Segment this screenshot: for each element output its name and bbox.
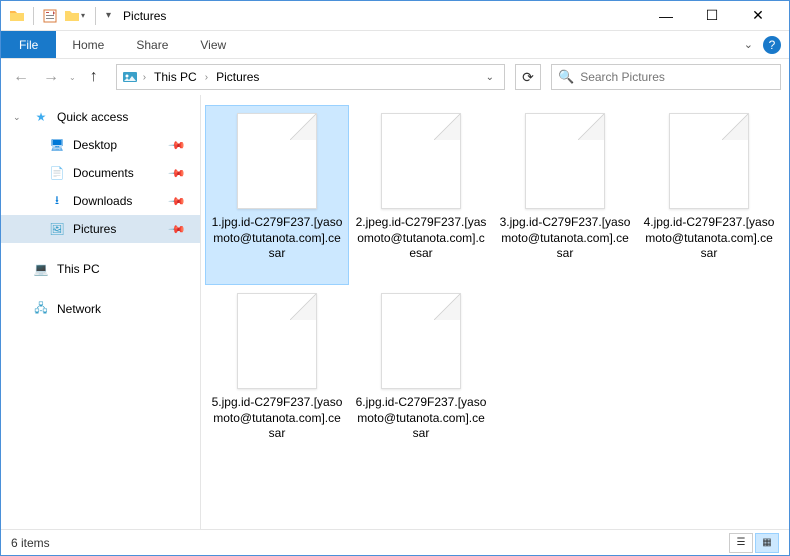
file-icon xyxy=(669,113,749,209)
window-controls: — ☐ ✕ xyxy=(643,1,781,31)
titlebar: ▾ ▾ Pictures — ☐ ✕ xyxy=(1,1,789,31)
breadcrumb-sep[interactable]: › xyxy=(201,72,212,83)
minimize-button[interactable]: — xyxy=(643,1,689,31)
file-name: 1.jpg.id-C279F237.[yasomoto@tutanota.com… xyxy=(211,215,343,262)
sidebar-item-label: Network xyxy=(57,302,101,316)
address-dropdown-icon[interactable]: ⌄ xyxy=(480,72,500,83)
sidebar-item-downloads[interactable]: ⭳ Downloads 📌 xyxy=(1,187,200,215)
icons-view-button[interactable]: ▦ xyxy=(755,533,779,553)
sidebar-item-label: Downloads xyxy=(73,194,132,208)
navigation-bar: ← → ⌄ ↑ › This PC › Pictures ⌄ ⟳ 🔍 xyxy=(1,59,789,95)
pictures-folder-icon xyxy=(121,68,139,86)
qat-separator-2 xyxy=(95,7,96,25)
window-title: Pictures xyxy=(123,9,166,23)
sidebar-this-pc[interactable]: 💻 This PC xyxy=(1,255,200,283)
search-input[interactable] xyxy=(580,70,774,84)
file-name: 2.jpeg.id-C279F237.[yasomoto@tutanota.co… xyxy=(355,215,487,262)
navigation-pane: ⌄ ★ Quick access 🖥 Desktop 📌 📄 Documents… xyxy=(1,95,201,529)
file-icon xyxy=(381,113,461,209)
sidebar-quick-access[interactable]: ⌄ ★ Quick access xyxy=(1,103,200,131)
properties-icon[interactable] xyxy=(42,8,58,24)
tab-file[interactable]: File xyxy=(1,31,56,58)
network-icon: 🖧 xyxy=(33,301,49,317)
sidebar-item-label: This PC xyxy=(57,262,100,276)
downloads-icon: ⭳ xyxy=(49,193,65,209)
file-item[interactable]: 6.jpg.id-C279F237.[yasomoto@tutanota.com… xyxy=(349,285,493,465)
documents-icon: 📄 xyxy=(49,165,65,181)
pictures-icon: 🖼 xyxy=(49,221,65,237)
forward-button[interactable]: → xyxy=(39,65,63,89)
this-pc-icon: 💻 xyxy=(33,261,49,277)
sidebar-item-pictures[interactable]: 🖼 Pictures 📌 xyxy=(1,215,200,243)
sidebar-item-documents[interactable]: 📄 Documents 📌 xyxy=(1,159,200,187)
tab-view[interactable]: View xyxy=(184,31,242,58)
quick-access-toolbar: ▾ ▾ xyxy=(9,6,113,26)
pin-icon: 📌 xyxy=(168,192,187,211)
breadcrumb-sep[interactable]: › xyxy=(139,72,150,83)
recent-locations-icon[interactable]: ⌄ xyxy=(69,73,76,82)
star-icon: ★ xyxy=(33,109,49,125)
maximize-button[interactable]: ☐ xyxy=(689,1,735,31)
pin-icon: 📌 xyxy=(168,164,187,183)
file-name: 6.jpg.id-C279F237.[yasomoto@tutanota.com… xyxy=(355,395,487,442)
search-box[interactable]: 🔍 xyxy=(551,64,781,90)
close-button[interactable]: ✕ xyxy=(735,1,781,31)
file-list[interactable]: 1.jpg.id-C279F237.[yasomoto@tutanota.com… xyxy=(201,95,789,529)
body: ⌄ ★ Quick access 🖥 Desktop 📌 📄 Documents… xyxy=(1,95,789,529)
expand-ribbon-icon[interactable]: ⌄ xyxy=(740,36,757,53)
sidebar-item-label: Quick access xyxy=(57,110,128,124)
file-name: 5.jpg.id-C279F237.[yasomoto@tutanota.com… xyxy=(211,395,343,442)
sidebar-network[interactable]: 🖧 Network xyxy=(1,295,200,323)
status-bar: 6 items ☰ ▦ xyxy=(1,529,789,555)
up-button[interactable]: ↑ xyxy=(82,65,106,89)
file-icon xyxy=(525,113,605,209)
file-item[interactable]: 5.jpg.id-C279F237.[yasomoto@tutanota.com… xyxy=(205,285,349,465)
item-count: 6 items xyxy=(11,536,50,550)
pin-icon: 📌 xyxy=(168,136,187,155)
tab-share[interactable]: Share xyxy=(120,31,184,58)
help-icon[interactable]: ? xyxy=(763,36,781,54)
back-button[interactable]: ← xyxy=(9,65,33,89)
file-icon xyxy=(237,293,317,389)
file-item[interactable]: 2.jpeg.id-C279F237.[yasomoto@tutanota.co… xyxy=(349,105,493,285)
address-bar[interactable]: › This PC › Pictures ⌄ xyxy=(116,64,505,90)
view-toggle: ☰ ▦ xyxy=(729,533,779,553)
qat-customize[interactable]: ▾ xyxy=(104,8,113,23)
file-icon xyxy=(381,293,461,389)
refresh-button[interactable]: ⟳ xyxy=(515,64,541,90)
nav-arrows: ← → ⌄ ↑ xyxy=(9,65,106,89)
breadcrumb-pictures[interactable]: Pictures xyxy=(212,68,263,86)
tab-home[interactable]: Home xyxy=(56,31,120,58)
pin-icon: 📌 xyxy=(168,220,187,239)
file-name: 3.jpg.id-C279F237.[yasomoto@tutanota.com… xyxy=(499,215,631,262)
caret-icon[interactable]: ⌄ xyxy=(13,112,21,123)
ribbon-tabs: File Home Share View ⌄ ? xyxy=(1,31,789,59)
explorer-window: ▾ ▾ Pictures — ☐ ✕ File Home Share View … xyxy=(0,0,790,556)
search-icon: 🔍 xyxy=(558,69,574,85)
desktop-icon: 🖥 xyxy=(49,137,65,153)
folder-icon xyxy=(9,8,25,24)
sidebar-item-label: Documents xyxy=(73,166,134,180)
sidebar-item-label: Pictures xyxy=(73,222,116,236)
file-icon xyxy=(237,113,317,209)
file-item[interactable]: 3.jpg.id-C279F237.[yasomoto@tutanota.com… xyxy=(493,105,637,285)
sidebar-item-desktop[interactable]: 🖥 Desktop 📌 xyxy=(1,131,200,159)
file-item[interactable]: 1.jpg.id-C279F237.[yasomoto@tutanota.com… xyxy=(205,105,349,285)
sidebar-item-label: Desktop xyxy=(73,138,117,152)
file-name: 4.jpg.id-C279F237.[yasomoto@tutanota.com… xyxy=(643,215,775,262)
breadcrumb-this-pc[interactable]: This PC xyxy=(150,68,201,86)
details-view-button[interactable]: ☰ xyxy=(729,533,753,553)
folder-dropdown-icon[interactable]: ▾ xyxy=(62,6,87,26)
qat-separator xyxy=(33,7,34,25)
file-item[interactable]: 4.jpg.id-C279F237.[yasomoto@tutanota.com… xyxy=(637,105,781,285)
